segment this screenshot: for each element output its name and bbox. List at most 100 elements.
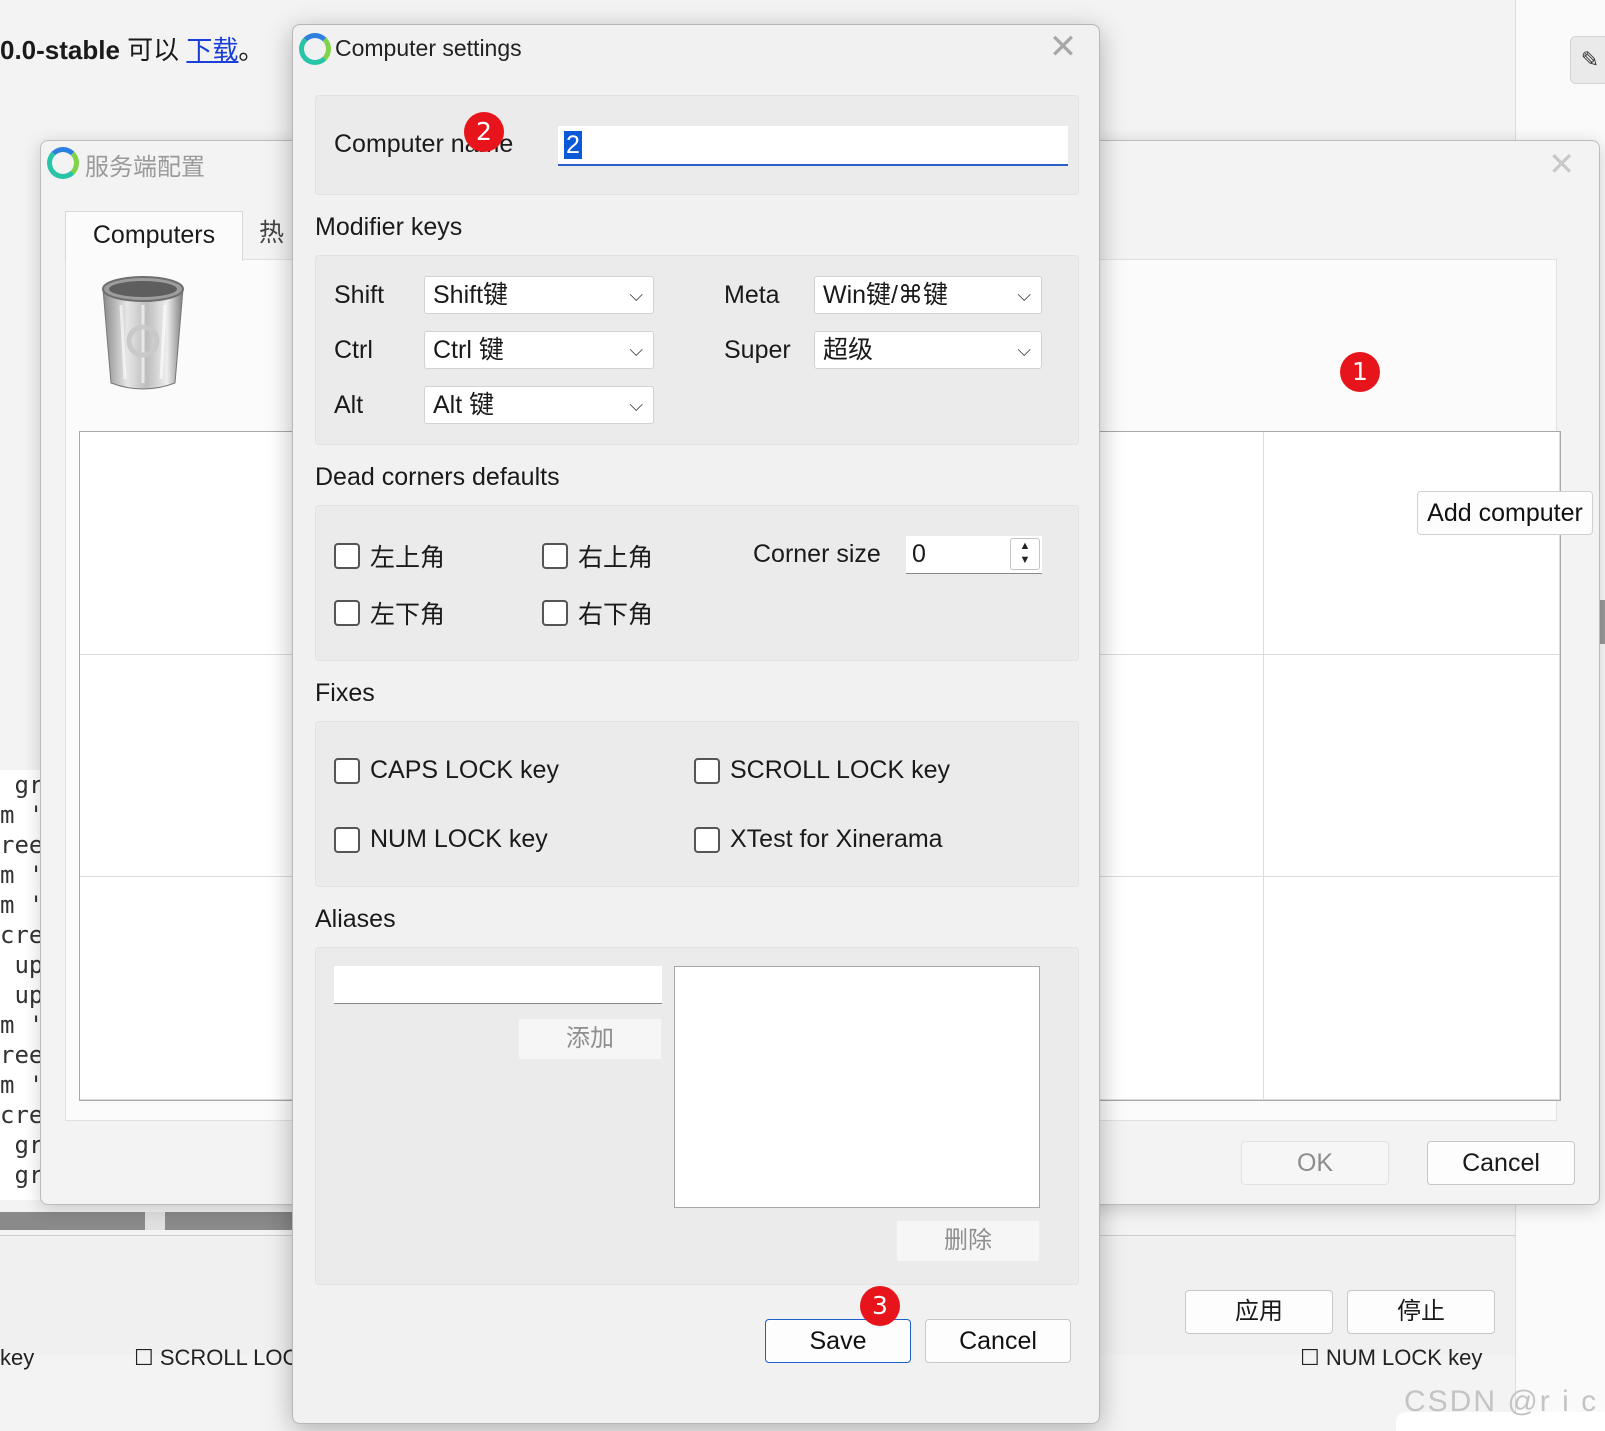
grid-cell[interactable] xyxy=(1264,877,1560,1100)
num-lock-checkbox[interactable]: NUM LOCK key xyxy=(334,825,548,854)
bg-key-text: key xyxy=(0,1345,35,1370)
magic-wand-icon[interactable]: ✎ xyxy=(1570,36,1605,84)
aliases-heading: Aliases xyxy=(315,905,396,933)
caps-lock-checkbox[interactable]: CAPS LOCK key xyxy=(334,756,559,785)
checkbox-box[interactable] xyxy=(694,826,720,853)
scrollbar-thumb[interactable] xyxy=(145,1212,165,1230)
alias-input[interactable] xyxy=(334,966,662,1004)
corner-size-value: 0 xyxy=(912,540,926,568)
tab-computers[interactable]: Computers xyxy=(65,211,243,261)
bottom-right-corner-label: 右下角 xyxy=(578,601,654,629)
super-label: Super xyxy=(724,336,791,364)
code-line: up xyxy=(0,981,44,1009)
corner-size-label: Corner size xyxy=(753,540,881,568)
code-line: up xyxy=(0,951,44,979)
meta-value: Win键/⌘键 xyxy=(823,281,949,309)
chevron-down-icon: ⌵ xyxy=(629,285,643,305)
top-left-corner-checkbox[interactable]: 左上角 xyxy=(334,538,445,574)
trash-icon[interactable] xyxy=(97,271,189,393)
shift-value: Shift键 xyxy=(433,281,509,309)
ctrl-select[interactable]: Ctrl 键 ⌵ xyxy=(424,331,654,369)
computer-name-input[interactable]: 2 xyxy=(558,126,1068,166)
ok-button[interactable]: OK xyxy=(1241,1141,1389,1185)
delete-alias-button[interactable]: 删除 xyxy=(896,1220,1040,1262)
server-cancel-button[interactable]: Cancel xyxy=(1427,1141,1575,1185)
code-line: m ' xyxy=(0,801,44,829)
close-icon[interactable]: ✕ xyxy=(1043,27,1083,67)
modifier-keys-heading: Modifier keys xyxy=(315,213,463,241)
fixes-heading: Fixes xyxy=(315,679,375,707)
horizontal-scrollbar[interactable] xyxy=(0,1212,320,1230)
xtest-checkbox[interactable]: XTest for Xinerama xyxy=(694,825,943,854)
checkbox-box[interactable] xyxy=(334,826,360,853)
bottom-left-corner-checkbox[interactable]: 左下角 xyxy=(334,595,445,631)
computer-name-group: Computer name 2 xyxy=(315,95,1079,195)
step-marker-3: 3 xyxy=(860,1286,900,1326)
bottom-left-corner-label: 左下角 xyxy=(370,601,446,629)
spin-up-icon[interactable]: ▲ xyxy=(1011,539,1039,553)
download-link[interactable]: 下载 xyxy=(186,35,238,65)
alt-select[interactable]: Alt 键 ⌵ xyxy=(424,386,654,424)
grid-cell[interactable] xyxy=(1264,432,1560,655)
dead-corners-heading: Dead corners defaults xyxy=(315,463,560,491)
bottom-right-corner-checkbox[interactable]: 右下角 xyxy=(542,595,653,631)
alias-list[interactable] xyxy=(674,966,1040,1208)
watermark-text: CSDN @r i c k xyxy=(1404,1385,1605,1418)
top-right-corner-label: 右上角 xyxy=(578,544,654,572)
selected-text: 2 xyxy=(564,131,582,159)
checkbox-box[interactable] xyxy=(334,757,360,784)
stop-button[interactable]: 停止 xyxy=(1347,1290,1495,1334)
checkbox-box[interactable] xyxy=(694,757,720,784)
code-line: m ' xyxy=(0,861,44,889)
shift-select[interactable]: Shift键 ⌵ xyxy=(424,276,654,314)
checkbox-box[interactable] xyxy=(542,600,568,626)
add-computer-button[interactable]: Add computer xyxy=(1417,491,1593,535)
step-marker-2: 2 xyxy=(464,112,504,152)
app-logo-icon xyxy=(299,33,331,65)
code-line: m ' xyxy=(0,1071,44,1099)
num-lock-label: NUM LOCK key xyxy=(370,825,548,853)
chevron-down-icon: ⌵ xyxy=(1017,285,1031,305)
grid-cell[interactable] xyxy=(1264,654,1560,878)
spin-down-icon[interactable]: ▼ xyxy=(1011,553,1039,567)
add-alias-button[interactable]: 添加 xyxy=(518,1018,662,1060)
chevron-down-icon: ⌵ xyxy=(629,340,643,360)
dead-corners-group: 左上角 右上角 左下角 右下角 Corner size 0 ▲ ▼ xyxy=(315,505,1079,661)
bg-num-lock-label: NUM LOCK key xyxy=(1325,1345,1483,1370)
page-text-line: 0.0-stable 可以 下载。 xyxy=(0,30,264,67)
code-line: ree xyxy=(0,831,44,859)
super-select[interactable]: 超级 ⌵ xyxy=(814,331,1042,369)
dialog-titlebar: Computer settings ✕ xyxy=(293,25,1099,75)
computer-settings-dialog: Computer settings ✕ Computer name 2 Modi… xyxy=(292,24,1100,1424)
server-window-title: 服务端配置 xyxy=(85,154,205,181)
top-right-corner-checkbox[interactable]: 右上角 xyxy=(542,538,653,574)
code-line: cre xyxy=(0,1101,44,1129)
close-icon[interactable]: ✕ xyxy=(1548,145,1575,183)
chevron-down-icon: ⌵ xyxy=(629,395,643,415)
code-snippet: gr m ' ree m ' m ' cre up up m ' ree m ' cre gr g… xyxy=(0,770,44,1200)
chevron-down-icon: ⌵ xyxy=(1017,340,1031,360)
top-left-corner-label: 左上角 xyxy=(370,544,446,572)
bg-scroll-lock-checkbox[interactable]: ☐ SCROLL LOCK xyxy=(134,1345,313,1371)
aliases-group: 添加 删除 xyxy=(315,947,1079,1285)
shift-label: Shift xyxy=(334,281,385,309)
save-button[interactable]: Save xyxy=(765,1319,911,1363)
page-text-end: 。 xyxy=(238,35,265,65)
page-text: 可以 xyxy=(119,35,187,65)
apply-button[interactable]: 应用 xyxy=(1185,1290,1333,1334)
alt-label: Alt xyxy=(334,391,364,419)
bg-scroll-lock-label: SCROLL LOCK xyxy=(159,1345,314,1370)
spin-arrows[interactable]: ▲ ▼ xyxy=(1010,538,1040,570)
ctrl-value: Ctrl 键 xyxy=(433,336,504,364)
checkbox-box[interactable] xyxy=(334,543,360,569)
scroll-lock-checkbox[interactable]: SCROLL LOCK key xyxy=(694,756,950,785)
code-line: cre xyxy=(0,921,44,949)
cancel-button[interactable]: Cancel xyxy=(925,1319,1071,1363)
bg-num-lock-checkbox[interactable]: ☐ NUM LOCK key xyxy=(1300,1345,1482,1371)
checkbox-box[interactable] xyxy=(542,543,568,569)
meta-select[interactable]: Win键/⌘键 ⌵ xyxy=(814,276,1042,314)
alt-value: Alt 键 xyxy=(433,391,495,419)
corner-size-spinbox[interactable]: 0 ▲ ▼ xyxy=(906,536,1042,574)
scroll-lock-label: SCROLL LOCK key xyxy=(730,756,950,784)
checkbox-box[interactable] xyxy=(334,600,360,626)
